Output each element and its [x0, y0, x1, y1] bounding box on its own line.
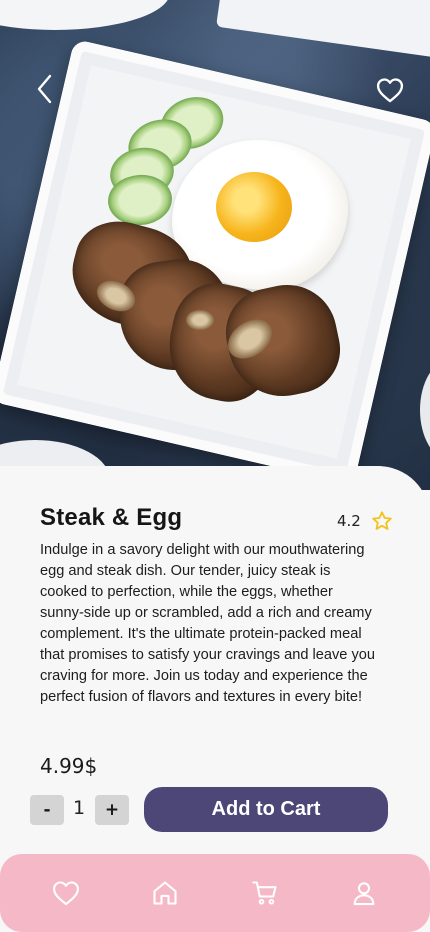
bottom-navigation-bar	[0, 854, 430, 932]
side-plate	[420, 360, 430, 460]
add-to-cart-button[interactable]: Add to Cart	[144, 787, 388, 832]
quantity-value: 1	[72, 797, 86, 819]
decrease-quantity-button[interactable]: -	[30, 795, 64, 825]
back-button[interactable]	[28, 72, 62, 106]
steak-bone	[186, 310, 214, 330]
product-title: Steak & Egg	[40, 504, 183, 531]
side-plate	[0, 0, 170, 30]
favorite-button[interactable]	[373, 73, 407, 107]
increase-quantity-button[interactable]: +	[95, 795, 129, 825]
home-icon	[153, 881, 177, 905]
product-price: 4.99$	[40, 754, 98, 778]
user-icon	[353, 882, 375, 906]
nav-item-cart[interactable]	[243, 871, 287, 915]
side-plate	[216, 0, 430, 63]
egg-yolk	[216, 172, 292, 242]
nav-item-profile[interactable]	[342, 871, 386, 915]
chevron-left-icon	[37, 74, 52, 104]
product-rating: 4.2	[337, 510, 393, 532]
star-outline-icon	[372, 511, 392, 530]
product-description: Indulge in a savory delight with our mou…	[40, 542, 376, 705]
heart-outline-icon	[376, 78, 404, 103]
product-hero-image	[0, 0, 430, 490]
nav-item-favorites[interactable]	[44, 871, 88, 915]
nav-item-home[interactable]	[143, 871, 187, 915]
rating-value: 4.2	[337, 512, 361, 530]
heart-icon	[52, 881, 79, 906]
cart-icon	[252, 881, 277, 905]
